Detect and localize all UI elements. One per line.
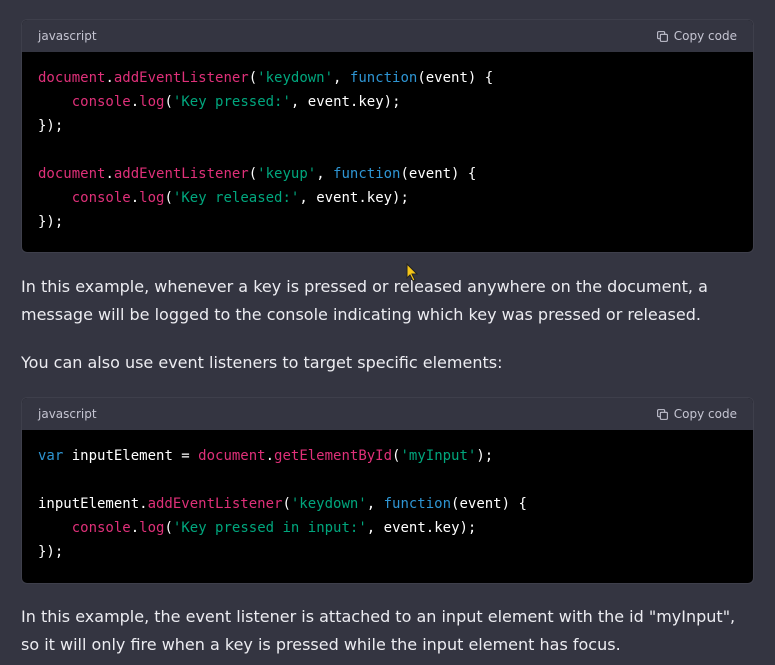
code-line: console.log('Key pressed in input:', eve… (38, 520, 477, 536)
code-token: . (130, 190, 140, 206)
code-line: console.log('Key released:', event.key); (38, 190, 409, 206)
code-block-1: javascript Copy code document.addEventLi… (21, 19, 754, 253)
code-token: ( (164, 190, 173, 206)
paragraph-2: You can also use event listeners to targ… (21, 353, 503, 372)
code-token: ( (282, 496, 291, 512)
code-token: 'keyup' (257, 166, 317, 182)
code-token: , (333, 70, 350, 86)
code-token: 'Key pressed:' (172, 94, 291, 110)
copy-icon (656, 30, 668, 42)
paragraph-3: In this example, the event listener is a… (21, 607, 736, 654)
code-token: 'Key pressed in input:' (172, 520, 367, 536)
code-token: 'myInput' (400, 448, 477, 464)
code-token: inputElement = (63, 448, 199, 464)
code-token: . (130, 520, 140, 536)
code-line: document.addEventListener('keydown', fun… (38, 70, 493, 86)
code-token: function (349, 70, 418, 86)
code-token: var (38, 448, 64, 464)
code-header: javascript Copy code (22, 20, 753, 52)
copy-code-button[interactable]: Copy code (656, 29, 737, 43)
code-language-label: javascript (38, 407, 97, 421)
code-line: console.log('Key pressed:', event.key); (38, 94, 401, 110)
code-token: }); (38, 214, 64, 230)
copy-code-label: Copy code (673, 407, 737, 421)
code-line: }); (38, 214, 63, 230)
code-line: document.addEventListener('keyup', funct… (38, 166, 476, 182)
code-token: function (383, 496, 452, 512)
code-token: log (139, 94, 165, 110)
copy-code-label: Copy code (673, 29, 737, 43)
code-token: addEventListener (147, 496, 283, 512)
mouse-cursor-icon (406, 263, 419, 282)
code-token: ( (248, 166, 258, 182)
code-token: . (105, 166, 114, 182)
code-token: , event.key); (366, 520, 477, 536)
code-token: 'Key released:' (172, 190, 300, 206)
code-token: 'keydown' (290, 496, 367, 512)
code-token: log (139, 520, 165, 536)
code-token: }); (38, 544, 64, 560)
code-token: (event) { (400, 166, 477, 182)
code-token: (event) { (451, 496, 527, 512)
code-token: console (71, 190, 131, 206)
code-token: (event) { (417, 70, 494, 86)
code-token: 'keydown' (257, 70, 334, 86)
code-token: , event.key); (299, 190, 409, 206)
code-token: ( (248, 70, 258, 86)
copy-icon (656, 408, 668, 420)
code-content: var inputElement = document.getElementBy… (22, 430, 753, 576)
code-token: ( (164, 520, 173, 536)
code-token: console (71, 520, 131, 536)
code-block-2: javascript Copy code var inputElement = … (21, 397, 754, 584)
code-token: addEventListener (113, 166, 249, 182)
code-token: , (316, 166, 334, 182)
code-token: ); (476, 448, 494, 464)
code-token: log (139, 190, 165, 206)
code-header: javascript Copy code (22, 398, 753, 430)
code-token: ( (164, 94, 173, 110)
paragraph-1: In this example, whenever a key is press… (21, 277, 708, 324)
code-token: inputElement. (38, 496, 148, 512)
code-line: var inputElement = document.getElementBy… (38, 448, 493, 464)
code-token: , event.key); (290, 94, 401, 110)
code-line: }); (38, 118, 63, 134)
code-token: getElementById (274, 448, 393, 464)
code-token: , (366, 496, 384, 512)
code-token: document (38, 70, 106, 86)
code-token: addEventListener (113, 70, 249, 86)
code-token: }); (38, 118, 64, 134)
code-token: console (71, 94, 131, 110)
code-line: }); (38, 544, 63, 560)
code-token: . (265, 448, 275, 464)
copy-code-button[interactable]: Copy code (656, 407, 737, 421)
code-line: inputElement.addEventListener('keydown',… (38, 496, 527, 512)
code-token: document (38, 166, 106, 182)
code-content: document.addEventListener('keydown', fun… (22, 52, 753, 246)
code-token: . (105, 70, 114, 86)
code-language-label: javascript (38, 29, 97, 43)
code-token: document (198, 448, 266, 464)
code-token: function (333, 166, 401, 182)
code-token: . (130, 94, 140, 110)
